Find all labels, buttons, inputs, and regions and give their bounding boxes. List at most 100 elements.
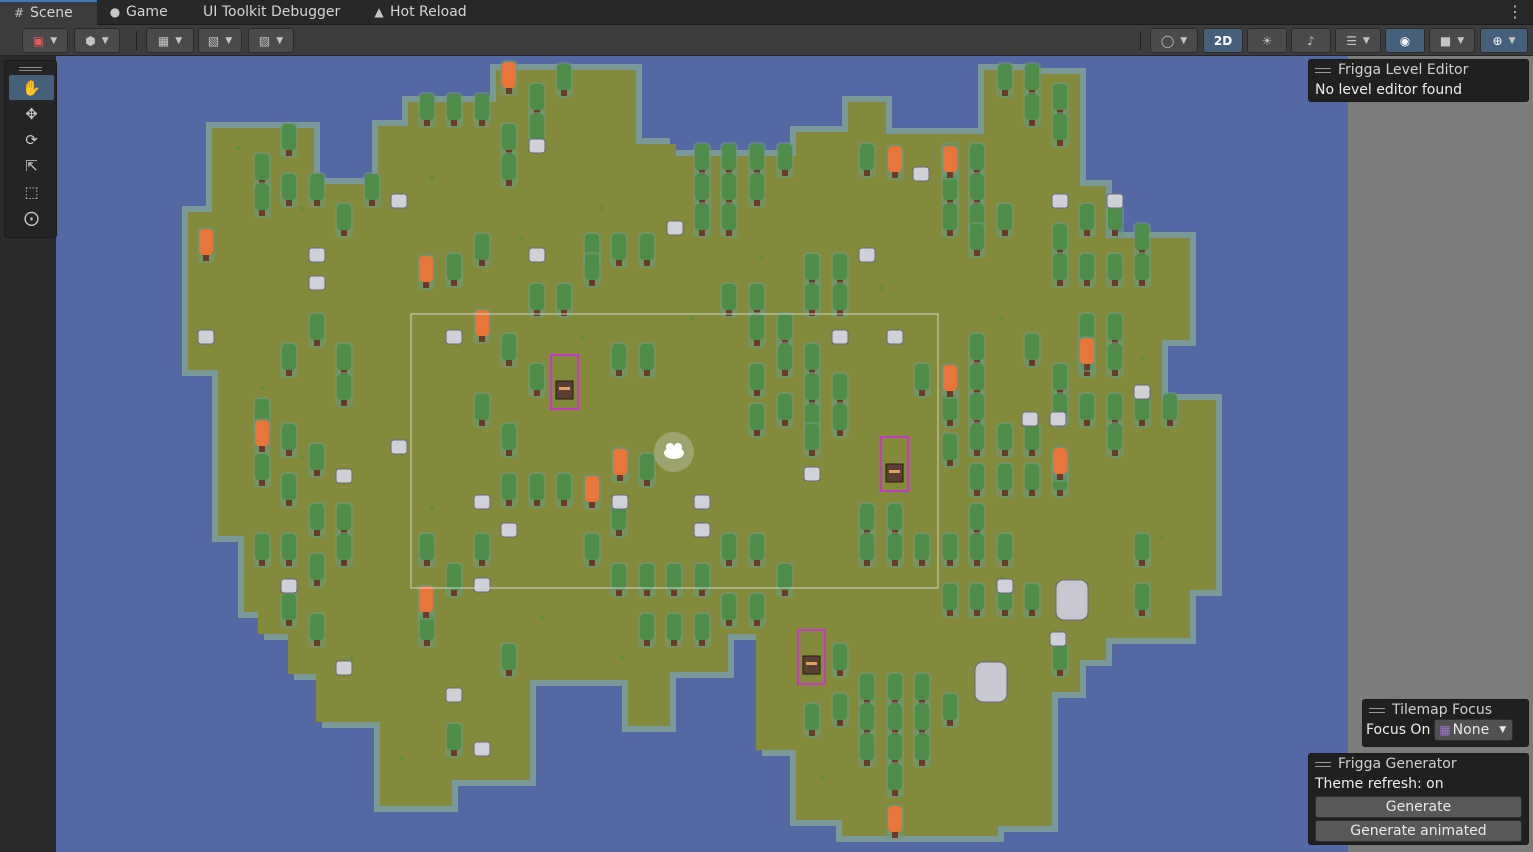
green-tree bbox=[555, 62, 573, 98]
mode-2d-button[interactable]: 2D bbox=[1203, 28, 1243, 53]
green-tree bbox=[803, 422, 821, 458]
orange-tree bbox=[253, 418, 271, 454]
grid-snap-button[interactable]: ▦ ▼ bbox=[146, 28, 194, 53]
green-tree bbox=[1051, 112, 1069, 148]
rock bbox=[666, 220, 684, 236]
rock bbox=[280, 578, 298, 594]
camera-gizmo-icon[interactable] bbox=[654, 432, 694, 472]
move-tool-icon[interactable]: ✥ bbox=[9, 101, 54, 126]
gizmos-button[interactable]: ⊕ ▼ bbox=[1480, 28, 1528, 53]
orange-tree bbox=[1078, 336, 1096, 372]
rock bbox=[693, 494, 711, 510]
green-tree bbox=[776, 342, 794, 378]
green-tree bbox=[1023, 332, 1041, 368]
sphere-shading-button[interactable]: ◯ ▼ bbox=[1150, 28, 1198, 53]
green-tree bbox=[693, 202, 711, 238]
overlay-header[interactable]: Tilemap Focus bbox=[1363, 700, 1528, 720]
green-tree bbox=[445, 562, 463, 598]
green-tree bbox=[363, 172, 381, 208]
more-options-icon[interactable]: ⋮ bbox=[1507, 2, 1523, 22]
lighting-icon: ☀ bbox=[1261, 33, 1273, 48]
green-tree bbox=[693, 612, 711, 648]
scene-viewport[interactable]: ✋ ✥ ⟳ ⇱ ⬚ ⨀ bbox=[0, 56, 1348, 852]
rock bbox=[912, 166, 930, 182]
rock bbox=[197, 329, 215, 345]
tab-game[interactable]: ● Game bbox=[108, 0, 168, 25]
rock bbox=[1021, 411, 1039, 427]
effects-button[interactable]: ☰ ▼ bbox=[1335, 28, 1381, 53]
lighting-button[interactable]: ☀ bbox=[1247, 28, 1287, 53]
green-tree bbox=[308, 552, 326, 588]
chevron-down-icon: ▼ bbox=[175, 35, 183, 46]
generate-animated-button[interactable]: Generate animated bbox=[1315, 820, 1522, 842]
green-tree bbox=[528, 362, 546, 398]
tab-ui-toolkit-debugger[interactable]: UI Toolkit Debugger bbox=[203, 0, 340, 25]
green-tree bbox=[473, 232, 491, 268]
overlay-header[interactable]: Frigga Level Editor bbox=[1309, 60, 1528, 80]
green-tree bbox=[280, 342, 298, 378]
shading-mode-button[interactable]: ⬢ ▼ bbox=[74, 28, 120, 53]
green-tree bbox=[308, 312, 326, 348]
green-tree bbox=[280, 532, 298, 568]
tab-scene[interactable]: # Scene bbox=[0, 0, 97, 25]
scene-view[interactable]: ✋ ✥ ⟳ ⇱ ⬚ ⨀ Frigga Level Editor No level… bbox=[0, 56, 1533, 852]
audio-button[interactable]: ♪ bbox=[1291, 28, 1331, 53]
green-tree bbox=[1078, 252, 1096, 288]
green-tree bbox=[1106, 252, 1124, 288]
grip-icon bbox=[1369, 707, 1385, 713]
chevron-down-icon: ▼ bbox=[225, 35, 233, 46]
green-tree bbox=[500, 472, 518, 508]
green-tree bbox=[968, 582, 986, 618]
green-tree bbox=[500, 422, 518, 458]
rock bbox=[473, 577, 491, 593]
tab-ui-toolkit-debugger-label: UI Toolkit Debugger bbox=[203, 4, 341, 20]
camera-icon: ■ bbox=[1439, 33, 1452, 48]
camera-button[interactable]: ■ ▼ bbox=[1429, 28, 1475, 53]
scale-tool-icon[interactable]: ⇱ bbox=[9, 153, 54, 178]
green-tree bbox=[941, 692, 959, 728]
palette-grip[interactable] bbox=[19, 67, 42, 71]
rock bbox=[1133, 384, 1151, 400]
green-tree bbox=[776, 562, 794, 598]
green-tree bbox=[831, 692, 849, 728]
green-tree bbox=[638, 232, 656, 268]
overlay-title: Frigga Generator bbox=[1338, 756, 1457, 772]
hidden-toggle-button[interactable]: ◉ bbox=[1385, 28, 1425, 53]
ruler-button[interactable]: ▨ ▼ bbox=[248, 28, 294, 53]
tab-hot-reload[interactable]: ▲ Hot Reload bbox=[372, 0, 466, 25]
green-tree bbox=[693, 562, 711, 598]
tools-palette: ✋ ✥ ⟳ ⇱ ⬚ ⨀ bbox=[4, 60, 57, 238]
hidden-toggle-icon: ◉ bbox=[1399, 33, 1411, 48]
green-tree bbox=[418, 92, 436, 128]
hand-tool-icon[interactable]: ✋ bbox=[9, 75, 54, 100]
tilemap-focus-overlay: Tilemap Focus Focus On ▦ None ▼ bbox=[1362, 699, 1529, 747]
green-tree bbox=[1106, 342, 1124, 378]
tilemap-island[interactable] bbox=[0, 56, 1348, 852]
green-tree bbox=[886, 532, 904, 568]
rect-tool-icon[interactable]: ⬚ bbox=[9, 179, 54, 204]
chevron-down-icon: ▼ bbox=[1457, 35, 1465, 46]
rock bbox=[445, 687, 463, 703]
green-tree bbox=[280, 422, 298, 458]
rotate-tool-icon[interactable]: ⟳ bbox=[9, 127, 54, 152]
overlay-header[interactable]: Frigga Generator bbox=[1309, 754, 1528, 774]
orange-tree bbox=[611, 447, 629, 483]
gizmo-draw-mode-button[interactable]: ▣ ▼ bbox=[22, 28, 68, 53]
green-tree bbox=[748, 362, 766, 398]
green-tree bbox=[445, 92, 463, 128]
scene-toolbar: ▣ ▼ ⬢ ▼ ▦ ▼ ▧ ▼ ▨ ▼ ◯ ▼ 2D ☀ ♪ ☰ ▼ ◉ ■ ▼ ⊕ ▼ bbox=[0, 25, 1533, 56]
gamepad-icon: ● bbox=[109, 5, 121, 19]
green-tree bbox=[748, 172, 766, 208]
rock bbox=[803, 466, 821, 482]
rock bbox=[693, 522, 711, 538]
green-tree bbox=[473, 532, 491, 568]
green-tree bbox=[858, 142, 876, 178]
focus-on-dropdown[interactable]: ▦ None ▼ bbox=[1434, 719, 1514, 741]
transform-tool-icon[interactable]: ⨀ bbox=[9, 205, 54, 230]
tab-scene-label: Scene bbox=[30, 5, 73, 21]
increment-snap-button[interactable]: ▧ ▼ bbox=[198, 28, 242, 53]
green-tree bbox=[996, 422, 1014, 458]
generate-button[interactable]: Generate bbox=[1315, 796, 1522, 818]
audio-icon: ♪ bbox=[1307, 33, 1315, 48]
green-tree bbox=[1023, 422, 1041, 458]
